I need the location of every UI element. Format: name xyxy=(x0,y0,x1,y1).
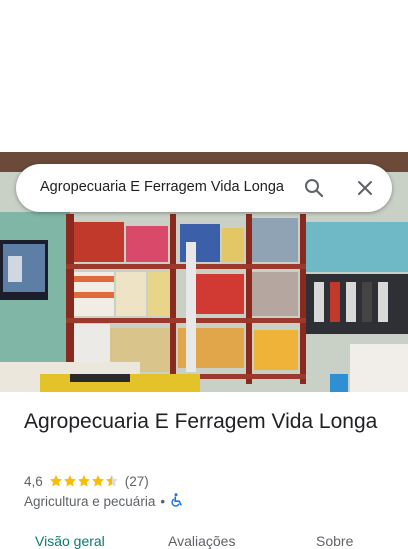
place-title: Agropecuaria E Ferragem Vida Longa xyxy=(24,410,378,433)
star-rating xyxy=(49,474,119,488)
search-icon[interactable] xyxy=(302,176,326,200)
wheelchair-icon[interactable] xyxy=(170,493,184,510)
search-input[interactable]: Agropecuaria E Ferragem Vida Longa xyxy=(40,179,288,195)
category-row: Agricultura e pecuária • xyxy=(24,493,184,510)
close-icon[interactable] xyxy=(353,176,377,200)
search-bar[interactable]: Agropecuaria E Ferragem Vida Longa xyxy=(16,164,392,212)
review-count[interactable]: (27) xyxy=(125,474,149,489)
separator-dot: • xyxy=(160,494,166,509)
place-tabs: Visão geral Avaliações Sobre xyxy=(0,528,408,549)
tab-reviews[interactable]: Avaliações xyxy=(168,533,235,549)
place-category[interactable]: Agricultura e pecuária xyxy=(24,494,155,509)
place-info: Agropecuaria E Ferragem Vida Longa xyxy=(24,408,396,436)
tab-about[interactable]: Sobre xyxy=(316,533,353,549)
rating-value: 4,6 xyxy=(24,473,43,489)
rating-row[interactable]: 4,6 (27) xyxy=(24,472,149,490)
star-icon xyxy=(49,475,118,487)
tab-overview[interactable]: Visão geral xyxy=(35,533,105,549)
